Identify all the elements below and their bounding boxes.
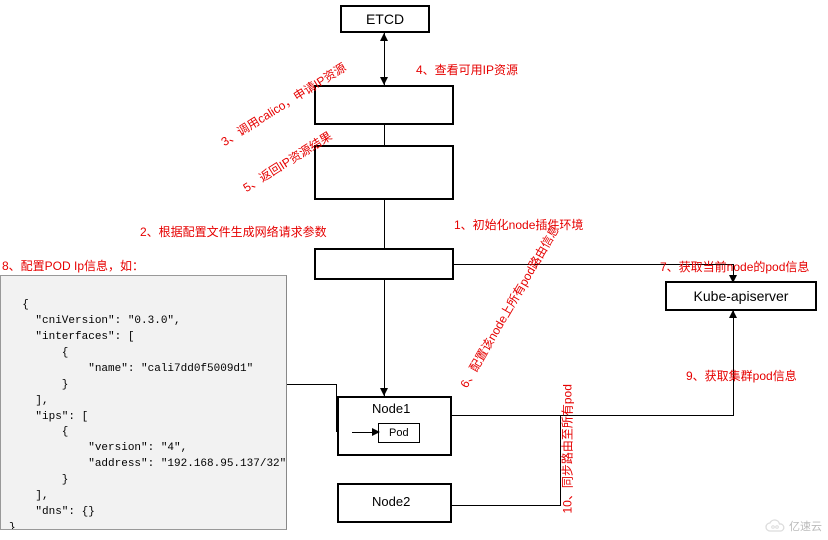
- arrow-plugin-cni: [384, 200, 385, 248]
- watermark: 亿速云: [764, 518, 822, 534]
- etcd-box: ETCD: [340, 5, 430, 33]
- cloud-icon: [764, 519, 786, 533]
- node1-title: Node1: [372, 401, 410, 416]
- step2-label: 2、根据配置文件生成网络请求参数: [140, 223, 327, 240]
- step7-label: 7、获取当前node的pod信息: [660, 258, 809, 275]
- arrow-node1-apiserver-head: [729, 310, 737, 318]
- etcd-label: ETCD: [366, 11, 404, 27]
- code-panel: { "cniVersion": "0.3.0", "interfaces": […: [0, 275, 287, 530]
- watermark-text: 亿速云: [789, 518, 822, 534]
- pod-label: Pod: [389, 427, 409, 439]
- kube-apiserver-box: Kube-apiserver: [665, 281, 817, 311]
- calico-box: [314, 85, 454, 125]
- arrow-node1-apiserver-v: [733, 311, 734, 416]
- plugin-box: [314, 145, 454, 200]
- arrow-cni-apiserver-head: [729, 275, 737, 283]
- node2-title: Node2: [372, 494, 410, 509]
- arrow-cni-node1: [384, 280, 385, 396]
- pod-arrow-head: [372, 428, 380, 436]
- cni-box: [314, 248, 454, 280]
- arrow-node2-h: [452, 505, 561, 506]
- kube-apiserver-label: Kube-apiserver: [694, 288, 789, 304]
- arrow-code-cni-v: [336, 384, 337, 432]
- step6-label: 6、配置该node上所有pod路由信息: [456, 222, 563, 391]
- step10-label: 10、同步路由至所有pod: [559, 384, 576, 513]
- arrow-calico-plugin: [384, 125, 385, 145]
- step4-label: 4、查看可用IP资源: [416, 61, 518, 78]
- arrow-cni-node1-head: [380, 388, 388, 396]
- pod-arrow: [352, 432, 374, 433]
- arrow-calico-head: [380, 77, 388, 85]
- step9-label: 9、获取集群pod信息: [686, 367, 797, 384]
- step8-label: 8、配置POD Ip信息，如：: [2, 257, 144, 274]
- pod-box: Pod: [378, 423, 420, 443]
- arrow-etcd-head: [380, 33, 388, 41]
- step1-label: 1、初始化node插件环境: [454, 216, 583, 233]
- arrow-code-cni: [287, 384, 337, 385]
- arrow-node1-apiserver-h: [452, 415, 734, 416]
- code-content: { "cniVersion": "0.3.0", "interfaces": […: [9, 299, 286, 530]
